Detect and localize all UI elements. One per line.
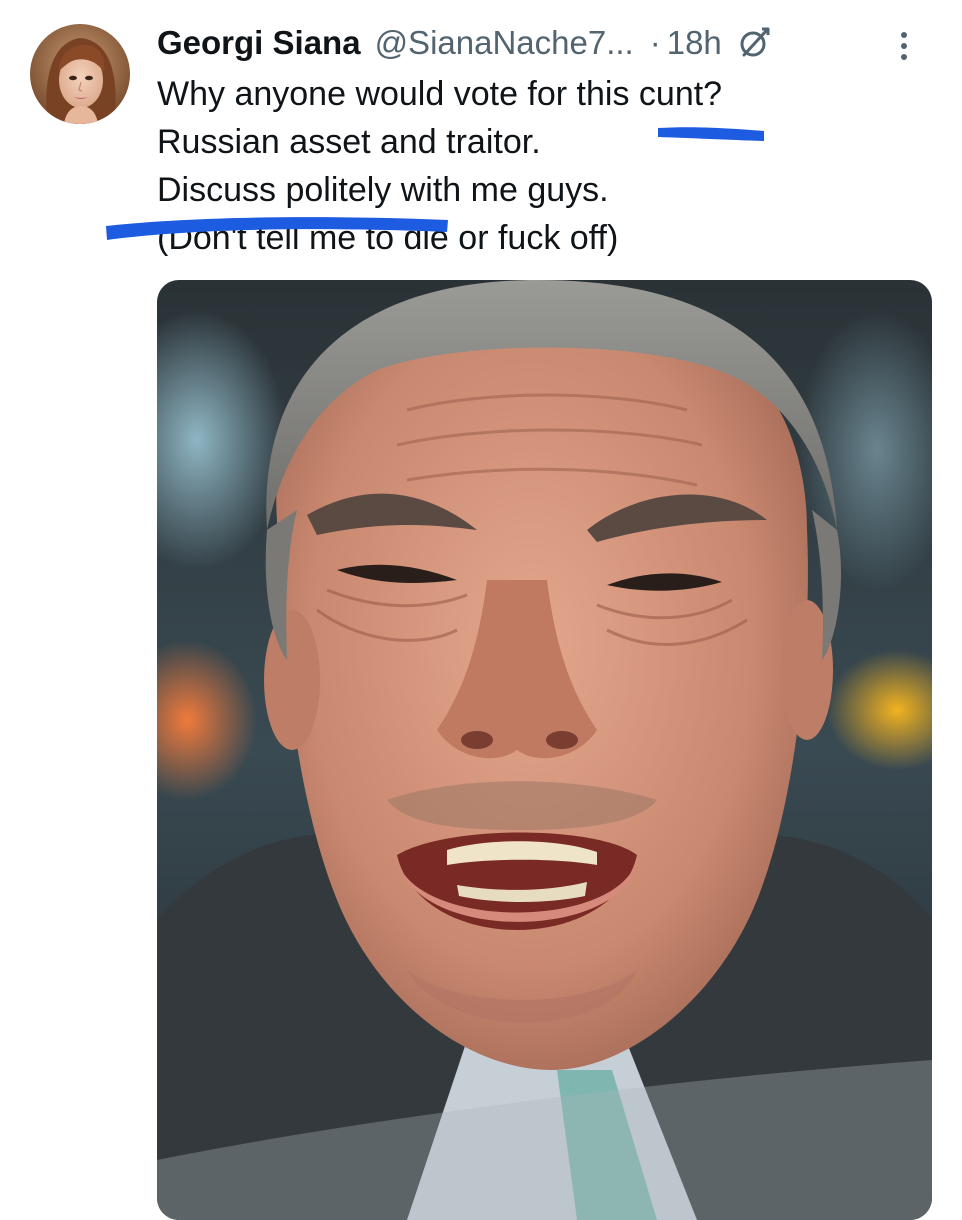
tweet-timestamp[interactable]: 18h <box>667 20 722 66</box>
more-vertical-icon[interactable] <box>886 28 922 64</box>
tweet-text-line-1: Why anyone would vote for this cunt? <box>157 75 723 113</box>
tweet-text-line-2: Russian asset and traitor. <box>157 123 541 161</box>
tweet-card: Georgi Siana @SianaNache7... · 18h Why a… <box>0 0 962 1220</box>
edit-slash-icon <box>736 25 772 61</box>
tweet-header: Georgi Siana @SianaNache7... · 18h <box>157 20 942 66</box>
photo-image <box>157 280 932 1220</box>
tweet-text-line-3: Discuss politely with me guys. <box>157 171 609 209</box>
tweet-text-line-4: (Don't tell me to die or fuck off) <box>157 219 619 257</box>
separator-dot: · <box>649 24 661 61</box>
tweet-media-photo[interactable] <box>157 280 932 1220</box>
author-avatar[interactable] <box>30 24 130 124</box>
tweet-text: Why anyone would vote for this cunt? Rus… <box>157 70 937 262</box>
profile-photo <box>30 24 130 124</box>
author-handle[interactable]: @SianaNache7... <box>375 20 634 66</box>
author-display-name[interactable]: Georgi Siana <box>157 20 361 66</box>
